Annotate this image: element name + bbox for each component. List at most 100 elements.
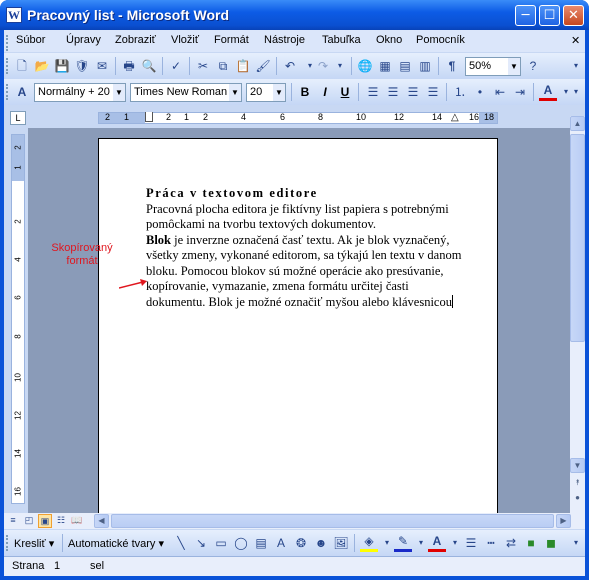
toolbar-options-icon[interactable]: ▾: [567, 534, 585, 552]
shadow-style-icon[interactable]: ■: [522, 534, 540, 552]
italic-icon[interactable]: I: [316, 83, 334, 101]
outline-view-icon[interactable]: ☷: [54, 514, 68, 528]
vertical-scrollbar[interactable]: ▲ ▼ ⯭ ●: [570, 116, 585, 513]
columns-icon[interactable]: ▥: [416, 57, 434, 75]
draw-font-color-icon[interactable]: A: [428, 534, 446, 552]
previous-page-icon[interactable]: ⯭: [570, 476, 585, 491]
menu-upravy[interactable]: Úpravy: [66, 34, 101, 46]
align-left-icon[interactable]: ☰: [364, 83, 382, 101]
web-layout-icon[interactable]: ◰: [22, 514, 36, 528]
show-formatting-icon[interactable]: ¶: [443, 57, 461, 75]
draw-menu[interactable]: Kresliť ▾: [14, 537, 54, 550]
style-dropdown-icon[interactable]: ▼: [113, 84, 125, 101]
title-bar[interactable]: W Pracovný list - Microsoft Word ─ ☐ ✕: [0, 0, 589, 30]
size-dropdown-icon[interactable]: ▼: [273, 84, 285, 101]
menu-okno[interactable]: Okno: [376, 34, 402, 46]
normal-view-icon[interactable]: ≡: [6, 514, 20, 528]
bold-icon[interactable]: B: [296, 83, 314, 101]
font-size-select[interactable]: 20 ▼: [246, 83, 286, 102]
align-right-icon[interactable]: ☰: [404, 83, 422, 101]
increase-indent-icon[interactable]: ⇥: [511, 83, 529, 101]
paste-icon[interactable]: 📋: [234, 57, 252, 75]
toolbar-options-icon[interactable]: ▾: [567, 57, 585, 75]
decrease-indent-icon[interactable]: ⇤: [491, 83, 509, 101]
format-painter-icon[interactable]: 🖌: [254, 57, 272, 75]
fill-color-icon[interactable]: ◈: [360, 534, 378, 552]
wordart-icon[interactable]: A: [272, 534, 290, 552]
clipart-icon[interactable]: ☻: [312, 534, 330, 552]
align-center-icon[interactable]: ☰: [384, 83, 402, 101]
spelling-icon[interactable]: ✓: [167, 57, 185, 75]
vertical-ruler[interactable]: 2 1 2 4 6 8 10 12 14 16: [11, 134, 25, 504]
save-icon[interactable]: 💾: [53, 57, 71, 75]
menu-vlozit[interactable]: Vložiť: [171, 34, 199, 46]
word-app-icon[interactable]: W: [6, 7, 22, 23]
bullets-icon[interactable]: •: [471, 83, 489, 101]
indent-marker[interactable]: .: [145, 112, 153, 122]
scroll-right-icon[interactable]: ▶: [556, 514, 571, 528]
styles-icon[interactable]: A: [13, 83, 31, 101]
redo-icon[interactable]: ↷: [314, 57, 332, 75]
tab-selector[interactable]: L: [10, 111, 26, 125]
menu-nastroje[interactable]: Nástroje: [264, 34, 305, 46]
arrow-icon[interactable]: ↘: [192, 534, 210, 552]
3d-style-icon[interactable]: ◼: [542, 534, 560, 552]
open-icon[interactable]: 📂: [33, 57, 51, 75]
email-icon[interactable]: ✉: [93, 57, 111, 75]
scroll-down-icon[interactable]: ▼: [570, 458, 585, 473]
toolbar-grip[interactable]: [6, 535, 9, 551]
scroll-left-icon[interactable]: ◀: [94, 514, 109, 528]
hyperlink-icon[interactable]: 🌐: [356, 57, 374, 75]
vertical-scroll-thumb[interactable]: [570, 134, 585, 342]
arrow-style-icon[interactable]: ⇄: [502, 534, 520, 552]
cut-icon[interactable]: ✂: [194, 57, 212, 75]
line-color-icon[interactable]: ✎: [394, 534, 412, 552]
zoom-dropdown-icon[interactable]: ▼: [508, 58, 520, 75]
dash-style-icon[interactable]: ┅: [482, 534, 500, 552]
rectangle-icon[interactable]: ▭: [212, 534, 230, 552]
scroll-up-icon[interactable]: ▲: [570, 116, 585, 131]
oval-icon[interactable]: ◯: [232, 534, 250, 552]
line-style-icon[interactable]: ☰: [462, 534, 480, 552]
numbering-icon[interactable]: ⒈: [451, 83, 469, 101]
font-color-icon[interactable]: A: [539, 83, 557, 101]
print-preview-icon[interactable]: 🔍: [140, 57, 158, 75]
tables-borders-icon[interactable]: ▦: [376, 57, 394, 75]
diagram-icon[interactable]: ❂: [292, 534, 310, 552]
document-page[interactable]: Práca v textovom editore Pracovná plocha…: [98, 138, 498, 513]
underline-icon[interactable]: U: [336, 83, 354, 101]
ruler-track[interactable]: 2 1 . 2 1 2 4 6 8 10 12 14 △ 16 18: [98, 112, 498, 124]
redo-dropdown-icon[interactable]: ▾: [331, 57, 349, 75]
select-browse-object-icon[interactable]: ●: [570, 491, 585, 506]
menu-format[interactable]: Formát: [214, 34, 249, 46]
toolbar-grip[interactable]: [6, 84, 9, 100]
menu-grip[interactable]: [6, 35, 9, 51]
undo-icon[interactable]: ↶: [281, 57, 299, 75]
copy-icon[interactable]: ⧉: [214, 57, 232, 75]
menu-zobrazit[interactable]: Zobraziť: [115, 34, 156, 46]
font-dropdown-icon[interactable]: ▼: [229, 84, 241, 101]
zoom-select[interactable]: 50% ▼: [465, 57, 521, 76]
print-layout-icon[interactable]: ▣: [38, 514, 52, 528]
picture-icon[interactable]: 🖼: [332, 534, 350, 552]
font-select[interactable]: Times New Roman ▼: [130, 83, 242, 102]
close-button[interactable]: ✕: [563, 5, 584, 26]
style-select[interactable]: Normálny + 20 ▼: [34, 83, 126, 102]
horizontal-scroll-thumb[interactable]: [111, 514, 554, 528]
toolbar-grip[interactable]: [6, 58, 9, 74]
print-icon[interactable]: 🖶: [120, 57, 138, 75]
insert-table-icon[interactable]: ▤: [396, 57, 414, 75]
menu-close-icon[interactable]: ✕: [571, 34, 580, 47]
text-box-icon[interactable]: ▤: [252, 534, 270, 552]
menu-tabulka[interactable]: Tabuľka: [322, 34, 361, 46]
minimize-button[interactable]: ─: [515, 5, 536, 26]
toolbar-options-icon[interactable]: ▾: [567, 83, 585, 101]
justify-icon[interactable]: ☰: [424, 83, 442, 101]
help-icon[interactable]: ?: [524, 57, 542, 75]
reading-layout-icon[interactable]: 📖: [70, 514, 84, 528]
document-text[interactable]: Práca v textovom editore Pracovná plocha…: [146, 186, 466, 310]
permission-icon[interactable]: 🛡: [73, 57, 91, 75]
menu-pomocnik[interactable]: Pomocník: [416, 34, 465, 46]
menu-subor[interactable]: Súbor: [16, 34, 45, 46]
maximize-button[interactable]: ☐: [539, 5, 560, 26]
